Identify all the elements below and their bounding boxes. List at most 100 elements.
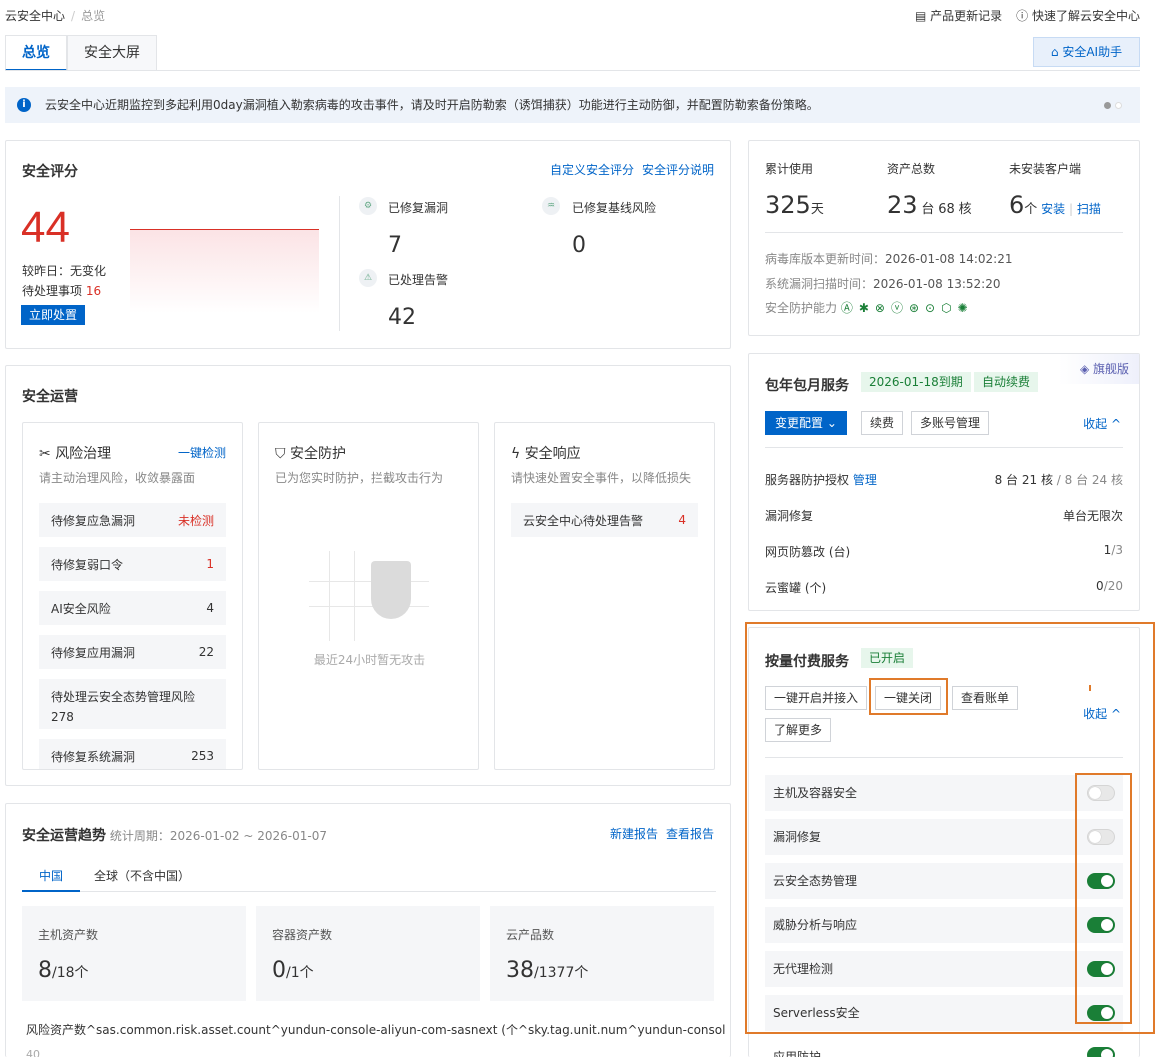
region-tabs: 中国 全球（不含中国）: [22, 860, 716, 892]
shield-icon: ⛉: [275, 446, 290, 462]
tab-overview[interactable]: 总览: [5, 35, 67, 71]
fixed-vuln-label: 已修复漏洞: [388, 201, 449, 215]
robot-icon: ⌂: [1050, 45, 1063, 59]
learn-link[interactable]: ⓘ 快速了解云安全中心: [1016, 7, 1140, 24]
divider: [339, 196, 340, 331]
score-title: 安全评分: [22, 164, 78, 180]
response-title: ϟ 安全响应: [511, 446, 581, 462]
pending-items: 待处理事项 16: [22, 284, 102, 298]
changelog-link[interactable]: ▤ 产品更新记录: [915, 7, 1002, 24]
risk-governance-panel: ✂ 风险治理 一键检测 请主动治理风险，收敛暴露面 待修复应急漏洞 未检测 待修复…: [22, 422, 243, 770]
fixed-baseline-label: 已修复基线风险: [572, 201, 657, 215]
view-report-link[interactable]: 查看报告: [666, 825, 714, 842]
risk-row[interactable]: 待处理云安全态势管理风险 278: [39, 679, 226, 729]
uninstalled-value: 6个 安装 | 扫描: [1009, 191, 1101, 219]
score-value: 44: [21, 203, 70, 252]
toggle-app-protection[interactable]: [1087, 1047, 1115, 1057]
warning-icon: ⚠: [359, 269, 377, 287]
protection-panel: ⛉ 安全防护 已为您实时防护，拦截攻击行为 最近24小时暂无攻击: [258, 422, 479, 770]
used-value: 325天: [765, 191, 824, 219]
risk-row[interactable]: 待修复应急漏洞 未检测: [39, 503, 226, 537]
tab-big-screen[interactable]: 安全大屏: [67, 35, 157, 71]
expiry-tag: 2026-01-18到期: [861, 372, 971, 392]
main-tabs: 总览 安全大屏: [5, 35, 157, 71]
new-report-link[interactable]: 新建报告: [610, 825, 658, 842]
baseline-icon: ♒: [542, 197, 560, 215]
handled-alerts-label: 已处理告警: [388, 273, 449, 287]
uninstalled-label: 未安装客户端: [1009, 162, 1082, 176]
empty-shield-illustration: [309, 551, 429, 641]
kpi-cloud-products[interactable]: 云产品数 38/1377个: [490, 906, 714, 1001]
handle-now-button[interactable]: 立即处置: [21, 305, 86, 325]
breadcrumb: 云安全中心 / 总览: [5, 9, 106, 23]
highlight-box: [869, 678, 948, 715]
tab-china[interactable]: 中国: [22, 860, 80, 892]
diamond-icon: ◈: [1079, 362, 1093, 376]
divider: [765, 232, 1123, 233]
top-links: ▤ 产品更新记录 ⓘ 快速了解云安全中心: [915, 7, 1140, 24]
one-click-detect-link[interactable]: 一键检测: [178, 444, 226, 461]
vuln-scan-time: 系统漏洞扫描时间：2026-01-08 13:52:20: [765, 277, 1001, 291]
tamper-value: 1/3: [1103, 543, 1123, 557]
protect-title: ⛉ 安全防护: [275, 446, 346, 462]
ops-title: 安全运营: [22, 389, 78, 405]
response-row[interactable]: 云安全中心待处理告警 4: [511, 503, 698, 537]
virus-db-time: 病毒库版本更新时间：2026-01-08 14:02:21: [765, 252, 1013, 266]
renew-button[interactable]: 续费: [861, 411, 904, 435]
risk-desc: 请主动治理风险，收敛暴露面: [39, 471, 196, 485]
pending-count: 16: [85, 284, 102, 298]
risk-title: ✂ 风险治理: [39, 446, 112, 462]
security-ops-card: 安全运营 ✂ 风险治理 一键检测 请主动治理风险，收敛暴露面 待修复应急漏洞 未检…: [5, 365, 731, 786]
install-link[interactable]: 安装: [1041, 202, 1065, 216]
manage-link[interactable]: 管理: [853, 473, 877, 487]
fixed-baseline-value: 0: [572, 233, 586, 258]
highlight-box: [1075, 773, 1132, 1024]
security-score-card: 安全评分 自定义安全评分 安全评分说明 44 较昨日：无变化 待处理事项 16 …: [5, 140, 731, 349]
document-icon: ▤: [914, 9, 931, 23]
bug-icon: ⚙: [359, 197, 377, 215]
custom-score-link[interactable]: 自定义安全评分: [550, 161, 634, 178]
kpi-host-assets[interactable]: 主机资产数 8/18个: [22, 906, 246, 1001]
divider: [5, 70, 1140, 71]
collapse-link[interactable]: 收起 ^: [1083, 415, 1121, 432]
carousel-dots[interactable]: [1104, 102, 1122, 109]
vs-yesterday: 较昨日：无变化: [22, 264, 107, 278]
risk-row[interactable]: 待修复弱口令 1: [39, 547, 226, 581]
trend-header: 安全运营趋势 统计周期：2026-01-02 ~ 2026-01-07: [22, 828, 328, 844]
handled-alerts-value: 42: [388, 305, 416, 330]
subscription-title: 包年包月服务: [765, 378, 849, 394]
honeypot-label: 云蜜罐 (个): [765, 581, 827, 595]
used-label: 累计使用: [765, 162, 814, 176]
axis-tick: 40: [26, 1048, 40, 1057]
risk-asset-chart-title: 风险资产数^sas.common.risk.asset.count^yundun…: [26, 1023, 726, 1037]
vuln-fix-value: 单台无限次: [1062, 509, 1123, 523]
protection-icons: Ⓐ✱⊗ⓥ⊛⊙⬡✺: [840, 301, 974, 315]
server-auth-value: 8 台 21 核 / 8 台 24 核: [994, 473, 1123, 487]
no-attack-text: 最近24小时暂无攻击: [313, 653, 426, 667]
subscription-card: ◈ 旗舰版 包年包月服务 2026-01-18到期 自动续费 变更配置 ⌄ 续费…: [748, 353, 1140, 611]
vuln-fix-label: 漏洞修复: [765, 509, 814, 523]
score-explain-link[interactable]: 安全评分说明: [642, 161, 714, 178]
response-panel: ϟ 安全响应 请快速处置安全事件，以降低损失 云安全中心待处理告警 4: [494, 422, 715, 770]
multi-account-button[interactable]: 多账号管理: [911, 411, 990, 435]
assets-label: 资产总数: [887, 162, 936, 176]
kpi-container-assets[interactable]: 容器资产数 0/1个: [256, 906, 480, 1001]
tools-icon: ✂: [39, 446, 56, 462]
notice-banner: i 云安全中心近期监控到多起利用0day漏洞植入勒索病毒的攻击事件，请及时开启防…: [5, 87, 1140, 123]
scan-link[interactable]: 扫描: [1077, 202, 1101, 216]
breadcrumb-root[interactable]: 云安全中心: [5, 9, 65, 23]
risk-row[interactable]: AI安全风险 4: [39, 591, 226, 625]
honeypot-value: 0/20: [1096, 579, 1123, 593]
protect-desc: 已为您实时防护，拦截攻击行为: [275, 471, 444, 485]
ai-assistant-button[interactable]: ⌂ 安全AI助手: [1033, 37, 1140, 67]
divider: [765, 447, 1123, 448]
chevron-down-icon: ⌄: [826, 416, 837, 430]
server-auth-label: 服务器防护授权 管理: [765, 473, 877, 487]
risk-row[interactable]: 待修复系统漏洞 253: [39, 739, 226, 769]
protection-capabilities: 安全防护能力 Ⓐ✱⊗ⓥ⊛⊙⬡✺: [765, 301, 974, 315]
risk-row[interactable]: 待修复应用漏洞 22: [39, 635, 226, 669]
assets-value: 23 台 68 核: [887, 191, 972, 219]
change-config-button[interactable]: 变更配置 ⌄: [765, 411, 847, 435]
help-icon: ⓘ: [1016, 9, 1032, 23]
tab-global[interactable]: 全球（不含中国）: [94, 860, 190, 892]
